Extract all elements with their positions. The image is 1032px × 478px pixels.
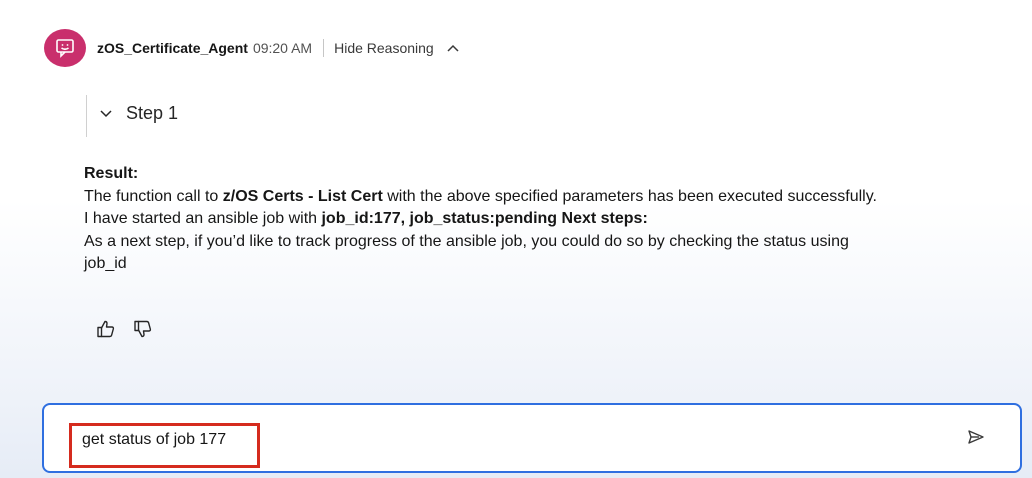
- chevron-up-icon: [447, 44, 459, 52]
- result-line3: As a next step, if you’d like to track p…: [84, 232, 849, 250]
- result-text: Result: The function call to z/OS Certs …: [84, 163, 1014, 276]
- step-1-toggle[interactable]: Step 1: [99, 103, 178, 124]
- chevron-down-icon: [100, 109, 112, 117]
- thumbs-up-icon: [97, 320, 115, 338]
- send-button[interactable]: [967, 429, 985, 445]
- result-heading: Result:: [84, 165, 139, 182]
- message-header: zOS_Certificate_Agent 09:20 AM Hide Reas…: [97, 38, 460, 58]
- chat-bot-icon: [56, 39, 74, 58]
- header-divider: [323, 39, 325, 57]
- result-line2-bold1: job_id:177, job_status:pending: [321, 210, 558, 227]
- hide-reasoning-label: Hide Reasoning: [334, 40, 434, 56]
- feedback-actions: [96, 319, 153, 339]
- thumbs-down-icon: [134, 320, 152, 338]
- result-line1-post: with the above specified parameters has …: [382, 187, 877, 205]
- agent-avatar: [44, 29, 86, 67]
- highlight-box: [69, 423, 260, 468]
- result-line2-pre: I have started an ansible job with: [84, 210, 322, 227]
- agent-name: zOS_Certificate_Agent: [97, 40, 248, 56]
- reasoning-border: [86, 95, 87, 137]
- result-line1-bold: z/OS Certs - List Cert: [222, 187, 383, 205]
- step-label: Step 1: [126, 103, 179, 123]
- thumbs-up-button[interactable]: [96, 319, 116, 339]
- result-line1-pre: The function call to: [84, 187, 223, 205]
- hide-reasoning-toggle[interactable]: Hide Reasoning: [334, 40, 460, 56]
- message-time: 09:20 AM: [252, 40, 313, 56]
- thumbs-down-button[interactable]: [133, 319, 153, 339]
- send-icon: [968, 430, 984, 444]
- result-line2-bold2: Next steps:: [561, 210, 648, 227]
- result-line4: job_id: [84, 255, 127, 272]
